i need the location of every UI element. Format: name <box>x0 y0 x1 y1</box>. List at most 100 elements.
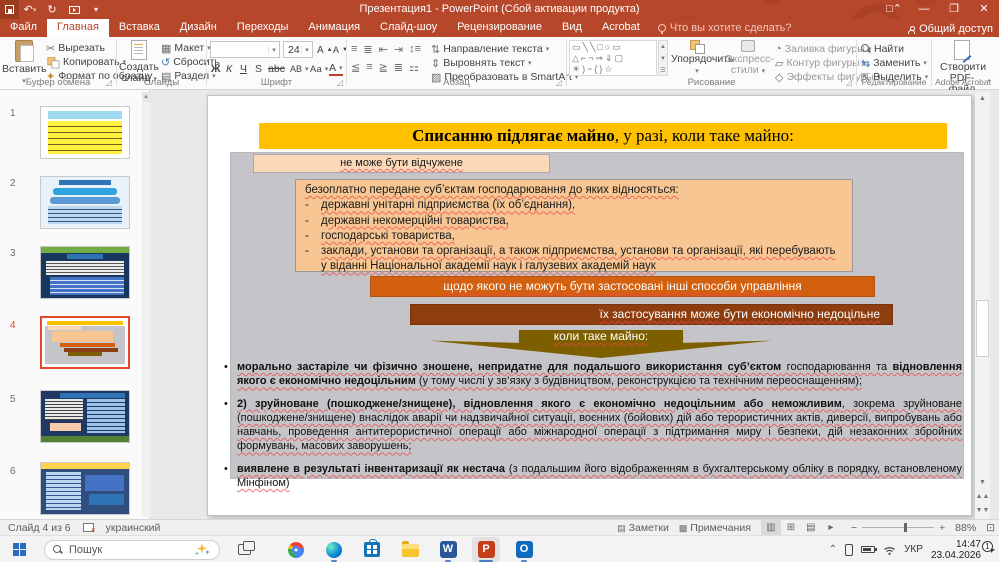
shape-gallery[interactable]: ▭╲╲□○▭△⌐¬⇒⇓▢☀)~{}☆ <box>569 40 657 76</box>
text-direction-button[interactable]: ⇅Направление текста▾ <box>431 42 549 56</box>
find-button[interactable]: Найти <box>861 42 904 56</box>
tray-expand-chevron[interactable]: ⌃ <box>829 544 837 555</box>
arrange-button[interactable]: Упорядочить▾ <box>671 39 723 77</box>
tab-review[interactable]: Рецензирование <box>447 19 552 37</box>
phone-link-icon[interactable] <box>845 544 853 556</box>
tab-transitions[interactable]: Переходы <box>227 19 299 37</box>
ribbon-display-options-button[interactable]: □⌃ <box>879 0 909 19</box>
zoom-percentage[interactable]: 88% <box>955 522 976 534</box>
wifi-icon[interactable] <box>883 545 896 555</box>
cut-button[interactable]: ✂Вырезать <box>46 41 105 55</box>
keyboard-language-indicator[interactable]: УКР <box>904 544 923 555</box>
paragraph-dialog-launcher[interactable]: ◿ <box>556 78 562 87</box>
slide-sorter-view-button[interactable]: ⊞ <box>781 520 801 535</box>
text-shadow-button[interactable]: S <box>255 62 262 76</box>
justify-icon[interactable]: ≣ <box>394 61 403 74</box>
slide-thumbnail-2[interactable] <box>40 176 130 229</box>
tab-design[interactable]: Дизайн <box>170 19 227 37</box>
drawing-dialog-launcher[interactable]: ◿ <box>846 78 852 87</box>
previous-slide-button[interactable]: ▲▲ <box>975 490 990 503</box>
clock[interactable]: 14:47 23.04.2026 <box>931 539 981 561</box>
underline-button[interactable]: Ч <box>240 62 247 76</box>
strikethrough-button[interactable]: abc <box>268 62 285 76</box>
taskbar-app-chrome[interactable] <box>282 537 310 562</box>
replace-button[interactable]: ⇆Заменить▾ <box>861 56 927 70</box>
scrollbar-thumb[interactable] <box>976 300 989 357</box>
task-view-button[interactable] <box>230 537 258 562</box>
font-name-combo[interactable]: ▾ <box>210 41 280 58</box>
taskbar-app-store[interactable] <box>358 537 386 562</box>
slide-box-not-alienable[interactable]: не може бути відчужене <box>253 154 550 173</box>
slide-canvas[interactable]: Списанню підлягає майно, у разі, коли та… <box>207 95 972 516</box>
editor-scrollbar[interactable]: ▲ ▼ ▲▲ ▼▼ <box>975 92 990 519</box>
char-spacing-button[interactable]: АВ▾ <box>290 62 309 76</box>
layout-button[interactable]: ▦Макет▾ <box>161 41 211 55</box>
panel-scrollbar[interactable]: ▲ <box>142 92 150 517</box>
change-case-button[interactable]: Аа▾ <box>310 62 328 76</box>
bold-button[interactable]: Ж <box>211 62 221 76</box>
slide-bullet-list[interactable]: морально застаріле чи фізично зношене, н… <box>220 360 962 498</box>
panel-scroll-up-icon[interactable]: ▲ <box>142 92 150 102</box>
italic-button[interactable]: К <box>226 62 232 76</box>
line-spacing-icon[interactable]: ↕≡ <box>409 43 421 55</box>
font-size-combo[interactable]: 24▾ <box>283 41 313 58</box>
close-button[interactable]: ✕ <box>969 0 999 19</box>
normal-view-button[interactable]: ▥ <box>761 520 781 535</box>
slide-thumbnail-5[interactable] <box>40 390 130 443</box>
align-left-icon[interactable]: ≦ <box>351 61 360 74</box>
align-right-icon[interactable]: ≧ <box>379 61 388 74</box>
font-dialog-launcher[interactable]: ◿ <box>337 78 343 87</box>
slide-thumbnail-6[interactable] <box>40 462 130 515</box>
collapse-ribbon-button[interactable]: ⌃ <box>985 78 993 89</box>
language-indicator[interactable]: украинский <box>106 522 161 534</box>
shape-outline-button[interactable]: ▱Контур фигуры▾ <box>775 56 866 70</box>
notes-button[interactable]: ▤ Заметки <box>617 522 669 534</box>
tab-file[interactable]: Файл <box>0 19 47 37</box>
start-button[interactable] <box>6 537 34 562</box>
slide-bar-other-methods[interactable]: щодо якого не можуть бути застосовані ін… <box>370 276 875 297</box>
columns-icon[interactable]: ⚏ <box>409 61 419 74</box>
tab-home[interactable]: Главная <box>47 19 109 37</box>
slide-bar-inexpedient[interactable]: їх застосування може бути економічно нед… <box>410 304 893 325</box>
decrease-indent-icon[interactable]: ⇤ <box>379 43 388 56</box>
tab-view[interactable]: Вид <box>552 19 592 37</box>
align-text-button[interactable]: ⇕Выровнять текст▾ <box>431 56 532 70</box>
taskbar-app-word[interactable]: W <box>434 537 462 562</box>
tab-animations[interactable]: Анимация <box>298 19 370 37</box>
tab-slideshow[interactable]: Слайд-шоу <box>370 19 447 37</box>
slide-box-transferred[interactable]: безоплатно передане суб’єктам господарюв… <box>295 179 853 272</box>
copy-button[interactable]: Копировать▾ <box>46 55 126 69</box>
taskbar-app-powerpoint[interactable]: P <box>472 537 500 562</box>
numbering-icon[interactable]: ≣ <box>363 43 372 56</box>
slide-thumbnail-3[interactable] <box>40 246 130 299</box>
tell-me-box[interactable]: Что вы хотите сделать? <box>650 22 800 37</box>
zoom-slider[interactable] <box>862 527 934 528</box>
slideshow-view-button[interactable]: ▸ <box>821 520 841 535</box>
slide-thumbnail-1[interactable] <box>40 106 130 159</box>
zoom-out-button[interactable]: − <box>851 522 857 534</box>
taskbar-app-explorer[interactable] <box>396 537 424 562</box>
font-color-button[interactable]: А▾ <box>329 62 343 76</box>
bullets-icon[interactable]: ≡ <box>351 43 357 55</box>
fit-to-window-button[interactable]: ⊡ <box>986 522 995 534</box>
grow-font-button[interactable]: А▲ <box>317 43 333 57</box>
scroll-down-icon[interactable]: ▼ <box>975 476 990 489</box>
slide-thumbnail-4[interactable] <box>40 316 130 369</box>
scroll-up-icon[interactable]: ▲ <box>975 92 990 105</box>
battery-icon[interactable] <box>861 546 875 553</box>
quick-styles-button[interactable]: Экспресс-стили ▾ <box>725 39 771 77</box>
next-slide-button[interactable]: ▼▼ <box>975 504 990 517</box>
tab-insert[interactable]: Вставка <box>109 19 170 37</box>
tab-acrobat[interactable]: Acrobat <box>592 19 650 37</box>
comments-button[interactable]: ▩ Примечания <box>679 522 751 534</box>
align-center-icon[interactable]: ≡ <box>366 61 372 73</box>
shape-gallery-scroll[interactable]: ▲▼☰ <box>658 40 668 76</box>
zoom-in-button[interactable]: + <box>939 522 945 534</box>
taskbar-app-outlook[interactable]: O <box>510 537 538 562</box>
taskbar-app-edge[interactable] <box>320 537 348 562</box>
spellcheck-icon[interactable] <box>83 523 94 532</box>
clipboard-dialog-launcher[interactable]: ◿ <box>106 78 112 87</box>
slide-title-banner[interactable]: Списанню підлягає майно, у разі, коли та… <box>259 123 947 149</box>
slide-number-indicator[interactable]: Слайд 4 из 6 <box>8 522 71 534</box>
minimize-button[interactable]: — <box>909 0 939 19</box>
